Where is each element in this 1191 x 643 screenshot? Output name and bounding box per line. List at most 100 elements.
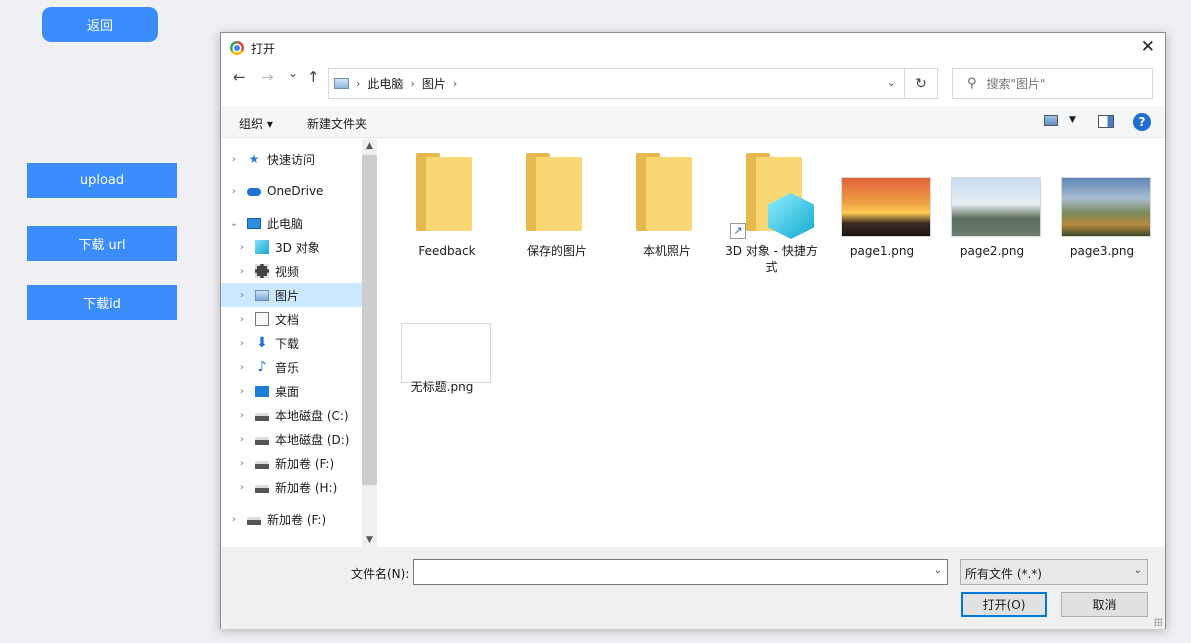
chevron-down-icon[interactable]: ⌄: [934, 565, 942, 576]
up-arrow-icon[interactable]: ↑: [307, 68, 320, 86]
chevron-right-icon[interactable]: ›: [237, 338, 247, 349]
image-thumbnail[interactable]: [951, 177, 1041, 237]
folder-icon[interactable]: [526, 153, 582, 231]
nav-item-10[interactable]: › 本地磁盘 (C:): [221, 403, 362, 427]
chevron-right-icon[interactable]: ›: [237, 410, 247, 421]
drive-icon: [255, 412, 269, 421]
nav-item-1[interactable]: › OneDrive: [221, 179, 362, 203]
chevron-down-icon[interactable]: ⌄: [887, 76, 896, 89]
breadcrumb-this-pc[interactable]: 此电脑: [367, 75, 403, 92]
folder-icon[interactable]: [636, 153, 692, 231]
image-thumbnail[interactable]: [1061, 177, 1151, 237]
chevron-right-icon[interactable]: ›: [237, 458, 247, 469]
file-type-select[interactable]: 所有文件 (*.*) ⌄: [960, 559, 1148, 585]
back-arrow-icon[interactable]: ←: [233, 68, 246, 86]
chevron-right-icon[interactable]: ›: [229, 186, 239, 197]
shortcut-folder-icon[interactable]: ↗: [730, 153, 814, 239]
desktop-icon: [255, 385, 269, 397]
refresh-button[interactable]: ↻: [905, 68, 938, 99]
chevron-right-icon[interactable]: ›: [237, 386, 247, 397]
image-thumbnail[interactable]: [401, 323, 491, 383]
new-folder-button[interactable]: 新建文件夹: [307, 115, 367, 132]
dialog-footer: 文件名(N): ⌄ 所有文件 (*.*) ⌄ 打开(O) 取消: [221, 547, 1165, 629]
file-name-label[interactable]: 3D 对象 - 快捷方式: [724, 243, 819, 275]
chevron-right-icon[interactable]: ›: [237, 290, 247, 301]
file-name-label[interactable]: 保存的图片: [505, 243, 609, 259]
scroll-down-icon[interactable]: ▼: [362, 535, 377, 545]
chevron-down-icon: ⌄: [1133, 565, 1142, 576]
download-icon: ⬇: [256, 335, 268, 351]
film-icon: [255, 264, 269, 278]
forward-arrow-icon[interactable]: →: [261, 68, 274, 86]
help-icon[interactable]: ?: [1133, 113, 1151, 131]
resize-grip-icon[interactable]: [1154, 618, 1162, 626]
scrollbar-thumb[interactable]: [362, 155, 377, 485]
download-url-button[interactable]: 下载 url: [27, 226, 177, 261]
chevron-right-icon[interactable]: ›: [237, 482, 247, 493]
nav-item-7[interactable]: › ⬇ 下载: [221, 331, 362, 355]
breadcrumb-separator-icon: ›: [410, 77, 415, 90]
nav-item-12[interactable]: › 新加卷 (F:): [221, 451, 362, 475]
back-button[interactable]: 返回: [42, 7, 158, 42]
image-thumbnail[interactable]: [841, 177, 931, 237]
dialog-titlebar: 打开 ✕: [221, 33, 1165, 63]
upload-button[interactable]: upload: [27, 163, 177, 198]
download-id-button[interactable]: 下载id: [27, 285, 177, 320]
search-input[interactable]: [986, 76, 1147, 91]
open-button[interactable]: 打开(O): [961, 592, 1047, 617]
nav-item-label: 此电脑: [267, 216, 304, 231]
nav-item-8[interactable]: › ♪ 音乐: [221, 355, 362, 379]
nav-item-4[interactable]: › 视频: [221, 259, 362, 283]
scroll-up-icon[interactable]: ▲: [362, 141, 377, 151]
cloud-icon: [247, 188, 261, 196]
address-bar[interactable]: › 此电脑 › 图片 › ⌄: [328, 68, 905, 99]
nav-item-11[interactable]: › 本地磁盘 (D:): [221, 427, 362, 451]
filename-input[interactable]: ⌄: [413, 559, 948, 585]
search-box[interactable]: ⚲: [952, 68, 1153, 99]
nav-item-14[interactable]: › 新加卷 (F:): [221, 507, 362, 531]
cube-icon: [255, 240, 269, 254]
search-icon: ⚲: [967, 76, 977, 91]
organize-button[interactable]: 组织 ▾: [239, 115, 273, 132]
nav-item-label: 下载: [275, 336, 300, 351]
nav-item-5[interactable]: › 图片: [221, 283, 362, 307]
file-name-label[interactable]: page2.png: [940, 243, 1044, 259]
chevron-right-icon[interactable]: ›: [237, 266, 247, 277]
chevron-right-icon[interactable]: ›: [237, 242, 247, 253]
recent-locations-icon[interactable]: ⌄: [288, 66, 298, 80]
cancel-button[interactable]: 取消: [1061, 592, 1148, 617]
file-name-label[interactable]: Feedback: [395, 243, 499, 259]
chevron-right-icon[interactable]: ›: [229, 154, 239, 165]
breadcrumb-separator-icon: ›: [452, 77, 458, 90]
music-icon: ♪: [257, 359, 267, 375]
nav-item-2[interactable]: ⌄ 此电脑: [221, 211, 362, 235]
chrome-icon: [230, 41, 244, 55]
nav-item-label: 快速访问: [267, 152, 316, 167]
preview-pane-icon[interactable]: [1098, 115, 1114, 128]
file-type-value: 所有文件 (*.*): [965, 567, 1042, 581]
nav-item-9[interactable]: › 桌面: [221, 379, 362, 403]
file-name-label[interactable]: page3.png: [1050, 243, 1154, 259]
file-name-label[interactable]: 无标题.png: [390, 379, 494, 395]
file-open-dialog: 打开 ✕ ← → ⌄ ↑ › 此电脑 › 图片 › ⌄ ↻ ⚲ 组织 ▾ 新建文…: [220, 32, 1166, 629]
file-name-label[interactable]: page1.png: [830, 243, 934, 259]
nav-item-0[interactable]: › ★ 快速访问: [221, 147, 362, 171]
file-name-label[interactable]: 本机照片: [615, 243, 719, 259]
chevron-right-icon[interactable]: ›: [237, 434, 247, 445]
filename-label: 文件名(N):: [351, 567, 410, 581]
nav-item-3[interactable]: › 3D 对象: [221, 235, 362, 259]
chevron-right-icon[interactable]: ›: [229, 514, 239, 525]
navigation-scrollbar[interactable]: ▲ ▼: [362, 139, 377, 547]
close-icon[interactable]: ✕: [1141, 38, 1155, 56]
view-icon[interactable]: [1044, 115, 1058, 126]
nav-item-label: 音乐: [275, 360, 300, 375]
folder-icon[interactable]: [416, 153, 472, 231]
view-dropdown-icon[interactable]: ▼: [1069, 115, 1076, 125]
chevron-down-icon[interactable]: ⌄: [229, 218, 239, 229]
chevron-right-icon[interactable]: ›: [237, 362, 247, 373]
chevron-right-icon[interactable]: ›: [237, 314, 247, 325]
file-list: Feedback 保存的图片 本机照片 ↗ 3D 对象 - 快捷方式 page1.png p…: [378, 139, 1165, 547]
nav-item-13[interactable]: › 新加卷 (H:): [221, 475, 362, 499]
breadcrumb-pictures[interactable]: 图片: [422, 75, 446, 92]
nav-item-6[interactable]: › 文档: [221, 307, 362, 331]
